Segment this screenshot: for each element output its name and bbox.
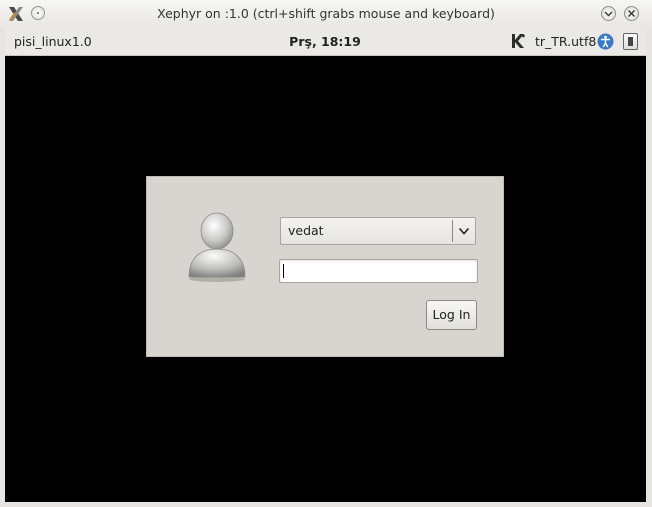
locale-selector[interactable]: tr_TR.utf8 [535,28,596,55]
accessibility-icon[interactable] [597,33,614,50]
user-select[interactable]: vedat [280,217,476,245]
chevron-down-icon[interactable] [457,224,471,238]
window-frame-right [646,28,652,507]
login-dialog: vedat Log In [146,176,504,357]
clock-label: Prş, 18:19 [289,34,361,49]
battery-icon[interactable] [623,33,638,50]
login-button[interactable]: Log In [426,300,477,330]
pin-icon[interactable] [31,6,45,20]
text-caret [283,264,284,278]
window-titlebar[interactable]: Xephyr on :1.0 (ctrl+shift grabs mouse a… [0,0,652,29]
user-select-value: vedat [288,223,324,238]
x-logo-icon[interactable] [7,5,25,23]
window-title: Xephyr on :1.0 (ctrl+shift grabs mouse a… [157,6,495,21]
xephyr-window: Xephyr on :1.0 (ctrl+shift grabs mouse a… [0,0,652,507]
password-field[interactable] [279,259,478,283]
greeter-top-panel: pisi_linux1.0 Prş, 18:19 tr_TR.utf8 [5,28,646,56]
kde-icon[interactable] [509,32,527,50]
minimize-button[interactable] [601,6,616,21]
close-button[interactable] [624,6,639,21]
user-avatar-icon [188,212,246,282]
minimize-icon [604,11,613,17]
user-select-divider [452,220,453,242]
window-frame-bottom [0,502,652,507]
close-icon [628,10,635,17]
hostname-label: pisi_linux1.0 [14,34,92,49]
